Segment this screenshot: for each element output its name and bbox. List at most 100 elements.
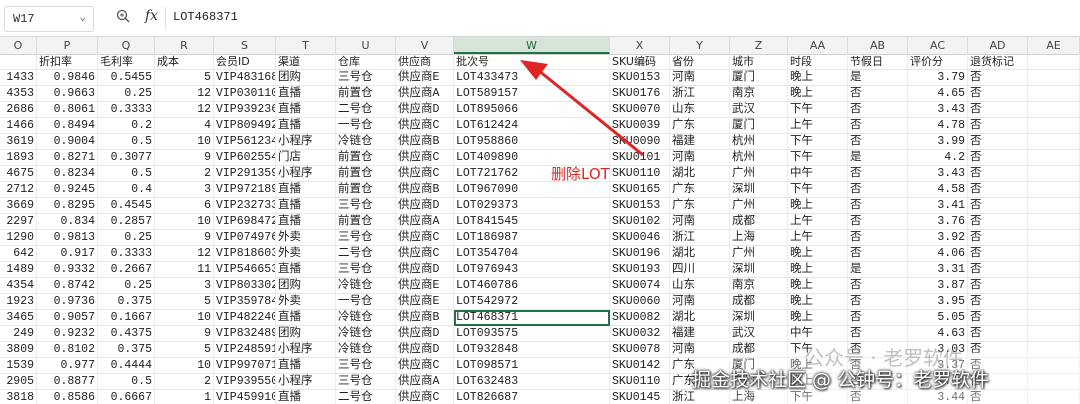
cell-s[interactable]: VIP030110 — [214, 86, 276, 102]
cell-r[interactable]: 12 — [155, 86, 214, 102]
cell-ae[interactable] — [1028, 262, 1080, 278]
cell-x[interactable]: SKU0032 — [610, 326, 670, 342]
cell-u[interactable]: 一号仓 — [336, 118, 396, 134]
cell-q[interactable]: 0.25 — [98, 230, 155, 246]
cell-ac[interactable]: 3.79 — [908, 70, 968, 86]
cell-q[interactable]: 0.5 — [98, 134, 155, 150]
cell-r[interactable]: 4 — [155, 118, 214, 134]
cell-r[interactable]: 11 — [155, 262, 214, 278]
cell-ad[interactable]: 否 — [968, 326, 1028, 342]
cell-y[interactable]: 山东 — [670, 278, 730, 294]
column-header-y[interactable]: Y — [670, 37, 730, 54]
cell-z[interactable]: 成都 — [730, 214, 788, 230]
cell-ac[interactable]: 3.95 — [908, 294, 968, 310]
cell-q[interactable]: 0.375 — [98, 294, 155, 310]
cell-z[interactable]: 厦门 — [730, 70, 788, 86]
cell-o[interactable]: 2686 — [0, 102, 37, 118]
cell-o[interactable]: 2905 — [0, 374, 37, 390]
cell-q[interactable]: 0.375 — [98, 342, 155, 358]
cell-ae[interactable] — [1028, 294, 1080, 310]
cell-aa[interactable]: 上午 — [788, 214, 848, 230]
cell-y[interactable]: 福建 — [670, 134, 730, 150]
cell-aa[interactable]: 下午 — [788, 134, 848, 150]
cell-s[interactable]: VIP561234 — [214, 134, 276, 150]
cell-y[interactable]: 浙江 — [670, 230, 730, 246]
column-header-s[interactable]: S — [214, 37, 276, 54]
cell-s[interactable]: VIP832489 — [214, 326, 276, 342]
fx-icon[interactable]: fx — [145, 8, 158, 24]
cell-s[interactable]: VIP232733 — [214, 198, 276, 214]
cell-t[interactable]: 外卖 — [276, 246, 336, 262]
cell-ad[interactable]: 否 — [968, 118, 1028, 134]
cell-r[interactable]: 1 — [155, 390, 214, 404]
cell-x[interactable]: SKU0078 — [610, 342, 670, 358]
cell-z[interactable]: 武汉 — [730, 102, 788, 118]
cell-z[interactable]: 杭州 — [730, 150, 788, 166]
cell-p[interactable]: 0.9813 — [37, 230, 98, 246]
cell-u[interactable]: 冷链仓 — [336, 134, 396, 150]
cell-v[interactable]: 供应商B — [396, 310, 454, 326]
cell-o[interactable]: 1489 — [0, 262, 37, 278]
cell-ad[interactable]: 否 — [968, 182, 1028, 198]
cell-q[interactable]: 0.6667 — [98, 390, 155, 404]
cell-v[interactable]: 供应商D — [396, 262, 454, 278]
cell-t[interactable]: 直播 — [276, 390, 336, 404]
cell-ae[interactable] — [1028, 214, 1080, 230]
column-header-aa[interactable]: AA — [788, 37, 848, 54]
cell-u[interactable]: 一号仓 — [336, 294, 396, 310]
field-header-cell[interactable]: 会员ID — [214, 54, 276, 70]
cell-aa[interactable]: 晚上 — [788, 294, 848, 310]
cell-u[interactable]: 三号仓 — [336, 230, 396, 246]
cell-s[interactable]: VIP818603 — [214, 246, 276, 262]
cell-z[interactable]: 广州 — [730, 166, 788, 182]
cell-r[interactable]: 3 — [155, 182, 214, 198]
cell-x[interactable]: SKU0101 — [610, 150, 670, 166]
cell-s[interactable]: VIP939550 — [214, 374, 276, 390]
cell-q[interactable]: 0.4444 — [98, 358, 155, 374]
column-header-u[interactable]: U — [336, 37, 396, 54]
cell-v[interactable]: 供应商C — [396, 358, 454, 374]
cell-y[interactable]: 广东 — [670, 198, 730, 214]
cell-ae[interactable] — [1028, 246, 1080, 262]
cell-w[interactable]: LOT976943 — [454, 262, 610, 278]
cell-ac[interactable]: 3.99 — [908, 134, 968, 150]
cell-p[interactable]: 0.8295 — [37, 198, 98, 214]
cell-w[interactable]: LOT186987 — [454, 230, 610, 246]
cell-v[interactable]: 供应商D — [396, 326, 454, 342]
cell-ab[interactable]: 是 — [848, 70, 908, 86]
field-header-cell[interactable] — [0, 54, 37, 70]
cell-o[interactable]: 2297 — [0, 214, 37, 230]
cell-y[interactable]: 湖北 — [670, 166, 730, 182]
cell-r[interactable]: 12 — [155, 246, 214, 262]
cell-ab[interactable]: 否 — [848, 294, 908, 310]
cell-o[interactable]: 2712 — [0, 182, 37, 198]
cell-ab[interactable]: 否 — [848, 310, 908, 326]
cell-p[interactable]: 0.9332 — [37, 262, 98, 278]
cell-v[interactable]: 供应商C — [396, 230, 454, 246]
cell-t[interactable]: 小程序 — [276, 134, 336, 150]
cell-q[interactable]: 0.2 — [98, 118, 155, 134]
cell-v[interactable]: 供应商A — [396, 214, 454, 230]
cell-t[interactable]: 直播 — [276, 182, 336, 198]
cell-y[interactable]: 广东 — [670, 118, 730, 134]
cell-w[interactable]: LOT632483 — [454, 374, 610, 390]
cell-p[interactable]: 0.9736 — [37, 294, 98, 310]
cell-z[interactable]: 厦门 — [730, 118, 788, 134]
cell-v[interactable]: 供应商D — [396, 102, 454, 118]
cell-y[interactable]: 河南 — [670, 294, 730, 310]
cell-t[interactable]: 直播 — [276, 310, 336, 326]
cell-z[interactable]: 南京 — [730, 278, 788, 294]
cell-ad[interactable]: 否 — [968, 214, 1028, 230]
cell-v[interactable]: 供应商C — [396, 166, 454, 182]
cell-p[interactable]: 0.8234 — [37, 166, 98, 182]
cell-o[interactable]: 3818 — [0, 390, 37, 404]
column-header-o[interactable]: O — [0, 37, 37, 54]
field-header-cell[interactable]: 节假日 — [848, 54, 908, 70]
cell-ad[interactable]: 否 — [968, 246, 1028, 262]
cell-x[interactable]: SKU0102 — [610, 214, 670, 230]
cell-ae[interactable] — [1028, 118, 1080, 134]
cell-v[interactable]: 供应商C — [396, 246, 454, 262]
cell-aa[interactable]: 下午 — [788, 150, 848, 166]
cell-t[interactable]: 小程序 — [276, 342, 336, 358]
cell-u[interactable]: 二号仓 — [336, 102, 396, 118]
